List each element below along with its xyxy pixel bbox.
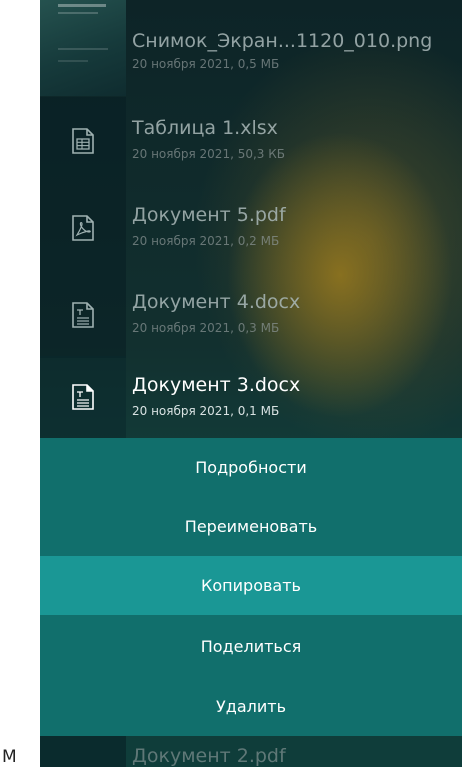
pdf-icon	[40, 184, 126, 271]
pdf-icon	[40, 736, 126, 767]
file-row-docx-3-selected[interactable]: Документ 3.docx 20 ноября 2021, 0,1 МБ	[40, 356, 462, 438]
file-meta: 20 ноября 2021, 0,3 МБ	[132, 321, 280, 335]
file-row-pdf[interactable]: Документ 5.pdf 20 ноября 2021, 0,2 МБ	[40, 184, 462, 271]
file-name: Документ 2.pdf	[132, 745, 286, 767]
file-row-screenshot[interactable]: Снимок_Экран...1120_010.png 20 ноября 20…	[40, 0, 462, 96]
spreadsheet-icon	[40, 97, 126, 184]
file-name: Документ 3.docx	[132, 374, 301, 396]
edge-letter: M	[2, 747, 17, 767]
file-name: Снимок_Экран...1120_010.png	[132, 30, 433, 52]
context-menu: Подробности Переименовать Копировать Под…	[40, 438, 462, 736]
menu-item-delete[interactable]: Удалить	[40, 677, 462, 736]
file-row-docx-4[interactable]: Документ 4.docx 20 ноября 2021, 0,3 МБ	[40, 271, 462, 358]
menu-item-copy[interactable]: Копировать	[40, 556, 462, 615]
text-document-icon	[40, 271, 126, 358]
file-name: Документ 5.pdf	[132, 204, 286, 226]
file-list-screen: Снимок_Экран...1120_010.png 20 ноября 20…	[40, 0, 462, 767]
image-thumbnail	[40, 0, 126, 96]
file-row-spreadsheet[interactable]: Таблица 1.xlsx 20 ноября 2021, 50,3 КБ	[40, 97, 462, 184]
file-meta: 20 ноября 2021, 0,2 МБ	[132, 234, 280, 248]
file-name: Таблица 1.xlsx	[132, 117, 278, 139]
menu-item-rename[interactable]: Переименовать	[40, 497, 462, 556]
text-document-icon	[40, 356, 126, 438]
menu-item-details[interactable]: Подробности	[40, 438, 462, 497]
file-meta: 20 ноября 2021, 50,3 КБ	[132, 147, 285, 161]
file-meta: 20 ноября 2021, 0,5 МБ	[132, 57, 280, 71]
file-row-peek[interactable]: Документ 2.pdf	[40, 736, 462, 767]
menu-item-share[interactable]: Поделиться	[40, 617, 462, 676]
file-name: Документ 4.docx	[132, 291, 301, 313]
file-meta: 20 ноября 2021, 0,1 МБ	[132, 404, 280, 418]
